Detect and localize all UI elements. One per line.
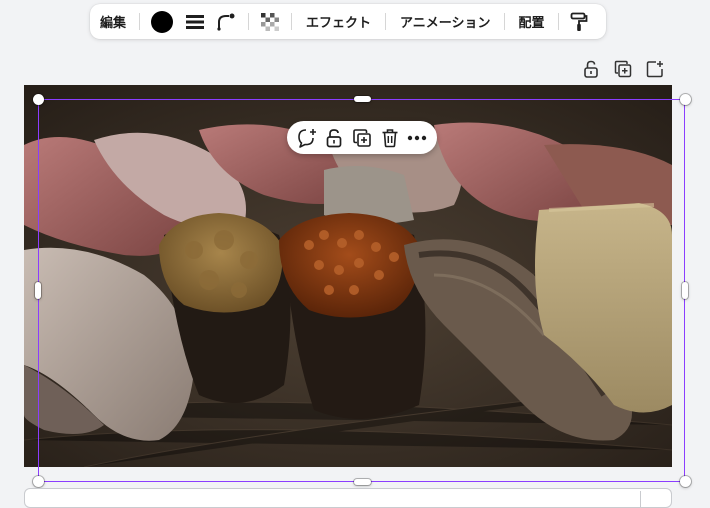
duplicate-page-icon (614, 60, 632, 78)
trash-icon (382, 128, 398, 147)
duplicate-icon (353, 128, 371, 147)
resize-handle-bottom-left[interactable] (33, 476, 44, 487)
transparency-icon (261, 12, 280, 31)
color-swatch-button[interactable] (151, 10, 174, 33)
lock-page-button[interactable] (580, 58, 602, 80)
comment-icon (297, 128, 316, 148)
resize-handle-right[interactable] (682, 282, 688, 299)
comment-button[interactable] (295, 126, 319, 150)
resize-handle-bottom[interactable] (354, 479, 371, 485)
effects-button[interactable]: エフェクト (306, 12, 371, 31)
border-style-button[interactable] (185, 13, 205, 31)
copy-style-button[interactable] (570, 12, 588, 32)
lock-icon (584, 60, 598, 78)
resize-handle-top-left[interactable] (33, 94, 44, 105)
resize-handle-top-right[interactable] (680, 94, 691, 105)
animation-button[interactable]: アニメーション (400, 12, 490, 31)
next-page-divider (640, 491, 641, 507)
duplicate-page-button[interactable] (612, 58, 634, 80)
lock-icon (327, 128, 342, 147)
resize-handle-top[interactable] (354, 96, 371, 102)
position-button[interactable]: 配置 (519, 12, 545, 31)
lock-element-button[interactable] (322, 126, 346, 150)
border-weight-icon (186, 14, 205, 29)
duplicate-element-button[interactable] (350, 126, 374, 150)
paint-roller-icon (570, 12, 587, 31)
element-toolbar: 編集 エフェクト アニメーション 配置 (90, 4, 606, 39)
toolbar-divider (557, 13, 559, 30)
toolbar-divider (291, 13, 293, 30)
more-options-button[interactable] (405, 126, 429, 150)
element-action-menu (287, 121, 437, 154)
toolbar-divider (248, 13, 250, 30)
corner-radius-icon (217, 13, 235, 31)
resize-handle-bottom-right[interactable] (680, 476, 691, 487)
edit-button[interactable]: 編集 (100, 12, 126, 31)
add-page-button[interactable] (644, 58, 666, 80)
resize-handle-left[interactable] (35, 282, 41, 299)
more-icon (407, 135, 427, 140)
toolbar-divider (139, 13, 141, 30)
delete-element-button[interactable] (378, 126, 402, 150)
toolbar-divider (503, 13, 505, 30)
next-page-preview[interactable] (24, 488, 672, 508)
add-page-icon (646, 61, 663, 78)
corner-rounding-button[interactable] (216, 12, 236, 32)
transparency-button[interactable] (261, 12, 280, 31)
color-swatch (151, 10, 174, 33)
page-actions (580, 58, 666, 80)
toolbar-divider (385, 13, 387, 30)
